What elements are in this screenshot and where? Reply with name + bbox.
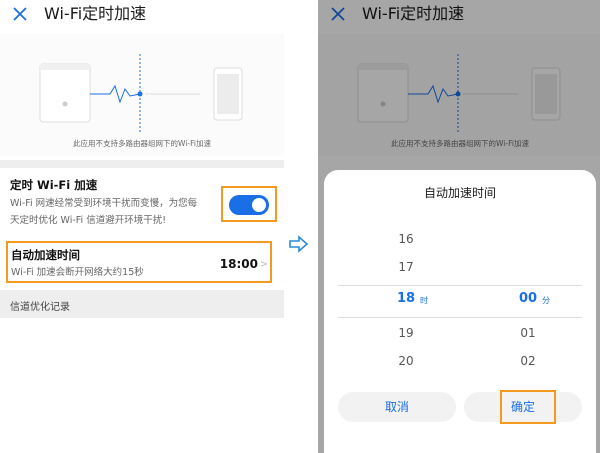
- chevron-right-icon: >: [259, 259, 268, 270]
- toggle-knob: [252, 198, 266, 212]
- router-phone-illustration: [39, 54, 243, 132]
- highlight-toggle: [221, 186, 277, 222]
- arrow-right-icon: [289, 235, 309, 253]
- scheduled-wifi-desc-2: 天定时优化 Wi-Fi 信道避开环境干扰!: [10, 215, 167, 226]
- scheduled-wifi-desc-1: Wi-Fi 网速经常受到环境干扰而变慢，为您每: [10, 198, 198, 209]
- auto-speed-time-row[interactable]: 自动加速时间 Wi-Fi 加速会断开网络大约15秒 18:00 >: [6, 241, 272, 283]
- page-title: Wi-Fi定时加速: [44, 4, 147, 23]
- scheduled-wifi-toggle[interactable]: [229, 195, 269, 215]
- minute-option[interactable]: 01: [508, 326, 548, 340]
- channel-optimization-history-link[interactable]: 信道优化记录: [10, 298, 70, 313]
- scheduled-wifi-title: 定时 Wi-Fi 加速: [10, 178, 98, 192]
- hour-option[interactable]: 16: [386, 232, 426, 246]
- time-picker-screen: Wi-Fi定时加速 此应用不支持多路由器组网下的Wi-Fi加速 自动加速时间 1…: [318, 0, 600, 453]
- cancel-button[interactable]: 取消: [338, 392, 456, 422]
- picker-selection-top-line: [338, 285, 582, 286]
- auto-speed-desc: Wi-Fi 加速会断开网络大约15秒: [11, 267, 144, 278]
- minute-unit: 分: [542, 296, 550, 305]
- dialog-title: 自动加速时间: [423, 186, 496, 200]
- auto-speed-time-value: 18:00: [219, 257, 258, 271]
- section-divider: [0, 160, 284, 168]
- time-picker-dialog: 自动加速时间 16 17 18 时 19 20 00 分 01 02 取消 确定: [324, 170, 596, 453]
- settings-screen: Wi-Fi定时加速 此应用不支持多路由器组网下的Wi-Fi加速 定时 Wi-Fi…: [0, 0, 284, 453]
- auto-speed-title: 自动加速时间: [11, 248, 80, 262]
- app-bar: Wi-Fi定时加速: [0, 0, 284, 34]
- hero-illustration: 此应用不支持多路由器组网下的Wi-Fi加速: [0, 34, 284, 156]
- picker-selection-bottom-line: [338, 317, 582, 318]
- hour-unit: 时: [420, 296, 428, 305]
- hour-option[interactable]: 20: [386, 354, 426, 368]
- hour-option[interactable]: 19: [386, 326, 426, 340]
- confirm-highlight: [500, 390, 556, 424]
- hour-option[interactable]: 17: [386, 260, 426, 274]
- minute-option[interactable]: 02: [508, 354, 548, 368]
- close-icon[interactable]: [10, 4, 30, 24]
- hero-caption: 此应用不支持多路由器组网下的Wi-Fi加速: [73, 139, 211, 148]
